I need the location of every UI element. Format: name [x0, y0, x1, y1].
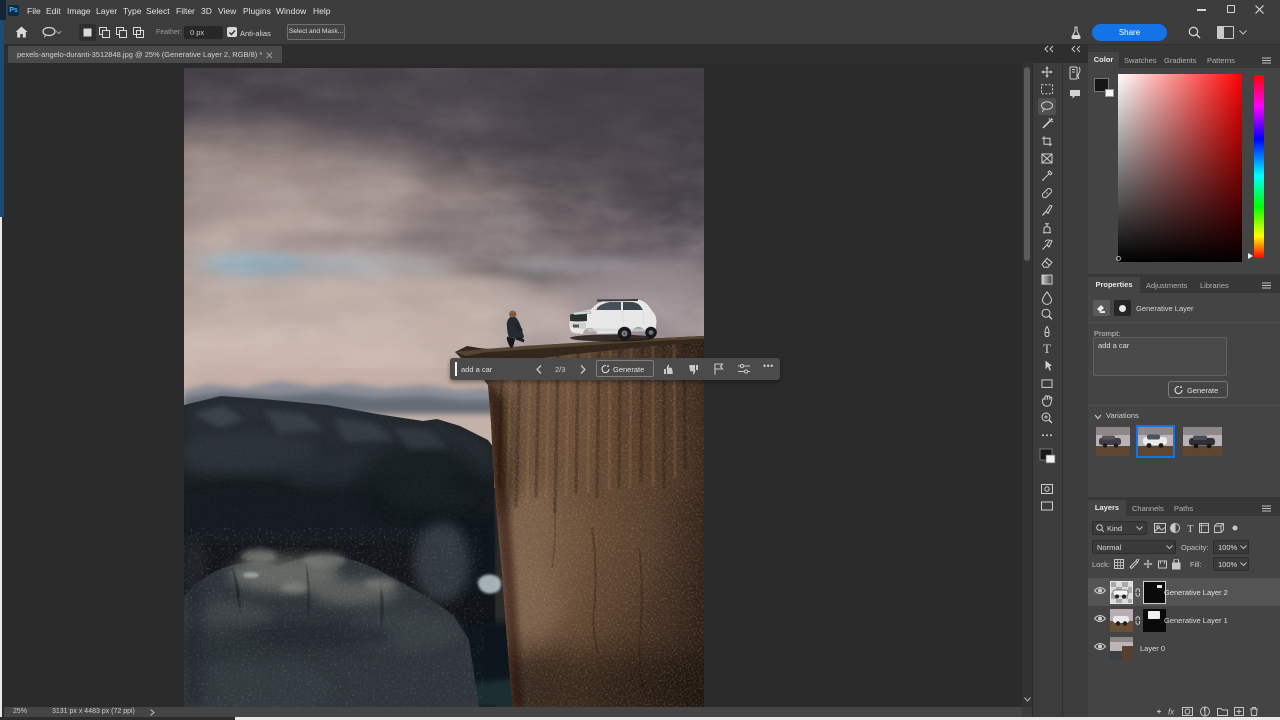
svg-text:T: T	[1043, 341, 1051, 356]
svg-text:fx: fx	[1168, 708, 1175, 717]
svg-text:T: T	[1187, 523, 1194, 534]
